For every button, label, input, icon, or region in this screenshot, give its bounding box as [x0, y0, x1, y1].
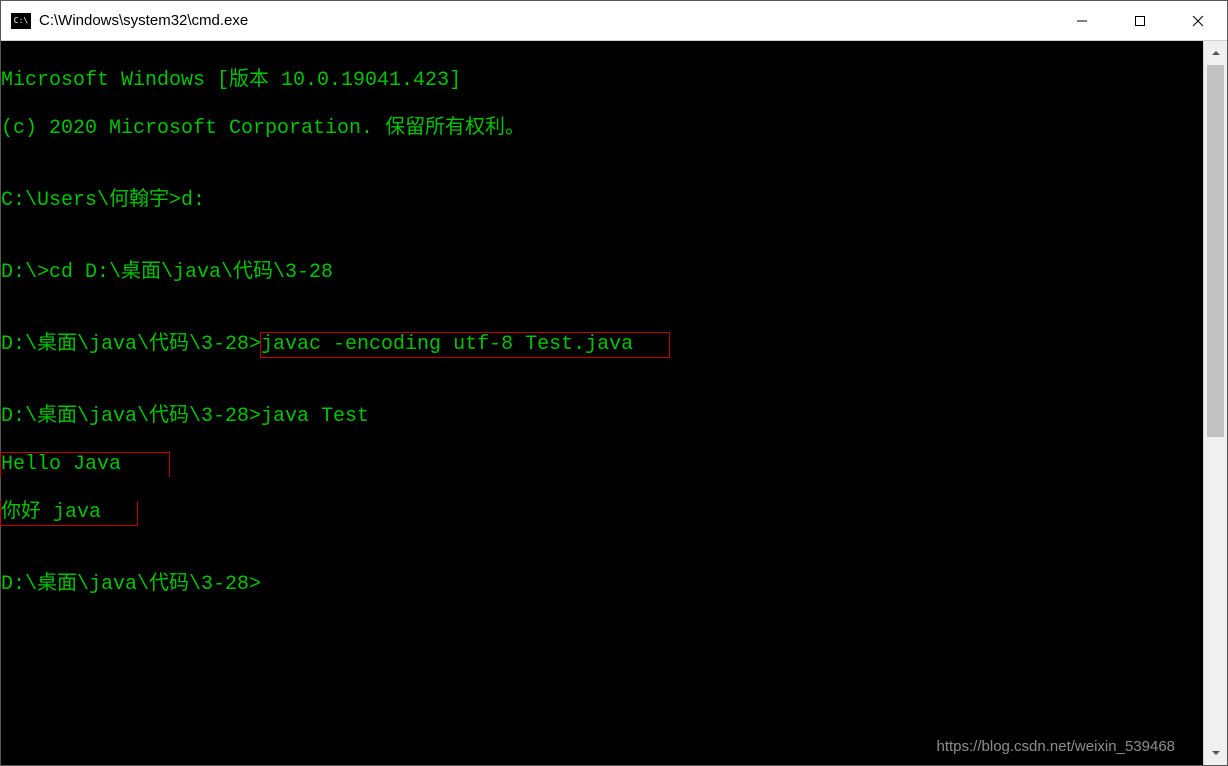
client-area: Microsoft Windows [版本 10.0.19041.423] (c…	[1, 41, 1227, 765]
titlebar[interactable]: C:\Windows\system32\cmd.exe	[1, 1, 1227, 41]
program-output: 你好 java	[1, 501, 137, 524]
terminal-line: D:\桌面\java\代码\3-28>java Test	[1, 405, 1203, 429]
window-title: C:\Windows\system32\cmd.exe	[39, 12, 248, 29]
terminal-output[interactable]: Microsoft Windows [版本 10.0.19041.423] (c…	[1, 41, 1203, 765]
prompt: D:\>	[1, 261, 49, 284]
close-icon	[1192, 15, 1204, 27]
terminal-line: Microsoft Windows [版本 10.0.19041.423]	[1, 69, 1203, 93]
command: d:	[181, 189, 205, 212]
terminal-line: 你好 java	[1, 501, 1203, 525]
scroll-up-button[interactable]	[1204, 41, 1227, 65]
prompt: D:\桌面\java\代码\3-28>	[1, 573, 261, 596]
command: java Test	[261, 405, 369, 428]
command: cd D:\桌面\java\代码\3-28	[49, 261, 333, 284]
vertical-scrollbar[interactable]	[1203, 41, 1227, 765]
command: javac -encoding utf-8 Test.java	[261, 333, 633, 356]
prompt: D:\桌面\java\代码\3-28>	[1, 405, 261, 428]
highlight-output: Hello Java	[0, 452, 170, 477]
chevron-down-icon	[1211, 748, 1221, 758]
scroll-thumb[interactable]	[1207, 65, 1224, 437]
highlight-javac: javac -encoding utf-8 Test.java	[260, 332, 670, 358]
cmd-icon	[11, 13, 31, 29]
terminal-line: Hello Java	[1, 453, 1203, 477]
prompt: D:\桌面\java\代码\3-28>	[1, 333, 261, 356]
close-button[interactable]	[1169, 1, 1227, 41]
highlight-output: 你好 java	[0, 501, 138, 526]
maximize-button[interactable]	[1111, 1, 1169, 41]
terminal-line: (c) 2020 Microsoft Corporation. 保留所有权利。	[1, 117, 1203, 141]
cmd-window: C:\Windows\system32\cmd.exe Microsoft Wi…	[0, 0, 1228, 766]
terminal-line: C:\Users\何翰宇>d:	[1, 189, 1203, 213]
scroll-track[interactable]	[1204, 65, 1227, 741]
program-output: Hello Java	[1, 453, 169, 476]
chevron-up-icon	[1211, 48, 1221, 58]
terminal-line: D:\桌面\java\代码\3-28>	[1, 573, 1203, 597]
minimize-button[interactable]	[1053, 1, 1111, 41]
minimize-icon	[1076, 15, 1088, 27]
terminal-line: D:\桌面\java\代码\3-28>javac -encoding utf-8…	[1, 333, 1203, 357]
watermark-text: https://blog.csdn.net/weixin_539468	[937, 735, 1176, 759]
prompt: C:\Users\何翰宇>	[1, 189, 181, 212]
scroll-down-button[interactable]	[1204, 741, 1227, 765]
maximize-icon	[1134, 15, 1146, 27]
terminal-line: D:\>cd D:\桌面\java\代码\3-28	[1, 261, 1203, 285]
